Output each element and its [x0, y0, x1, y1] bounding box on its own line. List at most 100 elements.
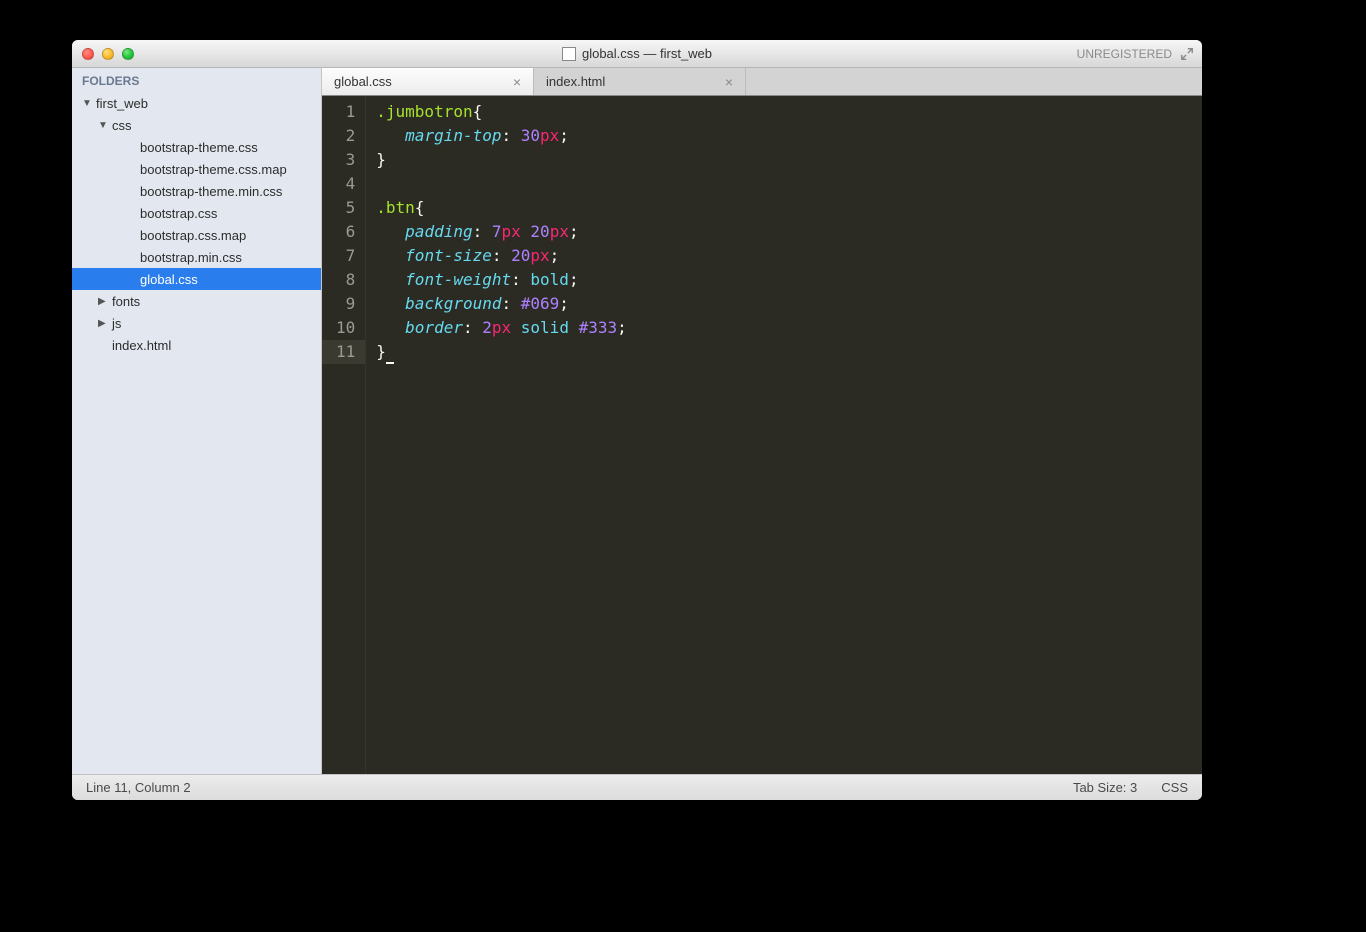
code-token: padding: [405, 222, 472, 241]
tree-item-label: global.css: [140, 272, 198, 287]
chevron-right-icon[interactable]: ▶: [98, 296, 108, 307]
tree-item-label: bootstrap-theme.css: [140, 140, 258, 155]
line-number[interactable]: 4: [336, 172, 355, 196]
code-line[interactable]: background: #069;: [376, 292, 1202, 316]
code-token: :: [463, 318, 482, 337]
file-item[interactable]: bootstrap.css.map: [72, 224, 321, 246]
chevron-right-icon[interactable]: ▶: [98, 318, 108, 329]
code-token: }: [376, 342, 386, 361]
line-number[interactable]: 5: [336, 196, 355, 220]
code-token: :: [511, 270, 530, 289]
tree-item-label: bootstrap-theme.css.map: [140, 162, 287, 177]
code-editor[interactable]: 1234567891011 .jumbotron{ margin-top: 30…: [322, 96, 1202, 774]
status-bar: Line 11, Column 2 Tab Size: 3 CSS: [72, 774, 1202, 800]
code-content[interactable]: .jumbotron{ margin-top: 30px;} .btn{ pad…: [366, 96, 1202, 774]
code-token: 2: [482, 318, 492, 337]
tab[interactable]: global.css ×: [322, 68, 534, 95]
folder-item[interactable]: ▼first_web: [72, 92, 321, 114]
code-token: .jumbotron: [376, 102, 472, 121]
titlebar[interactable]: global.css — first_web UNREGISTERED: [72, 40, 1202, 68]
line-number[interactable]: 6: [336, 220, 355, 244]
line-number[interactable]: 1: [336, 100, 355, 124]
syntax-mode[interactable]: CSS: [1161, 780, 1188, 795]
code-token: ;: [550, 246, 560, 265]
tree-item-label: css: [112, 118, 132, 133]
tab[interactable]: index.html ×: [534, 68, 746, 95]
code-token: [376, 126, 405, 145]
tree-item-label: bootstrap.css.map: [140, 228, 246, 243]
sidebar[interactable]: FOLDERS ▼first_web▼cssbootstrap-theme.cs…: [72, 68, 322, 774]
cursor-position[interactable]: Line 11, Column 2: [86, 780, 191, 795]
tree-item-label: bootstrap-theme.min.css: [140, 184, 282, 199]
line-number[interactable]: 3: [336, 148, 355, 172]
folder-item[interactable]: ▼ css: [72, 114, 321, 136]
code-token: :: [502, 294, 521, 313]
code-line[interactable]: }: [376, 148, 1202, 172]
cursor: [386, 362, 394, 364]
line-gutter: 1234567891011: [322, 96, 366, 774]
expand-icon[interactable]: [1180, 47, 1194, 61]
code-token: border: [405, 318, 463, 337]
file-item[interactable]: bootstrap-theme.min.css: [72, 180, 321, 202]
chevron-down-icon[interactable]: ▼: [98, 120, 108, 131]
code-line[interactable]: padding: 7px 20px;: [376, 220, 1202, 244]
code-line[interactable]: .jumbotron{: [376, 100, 1202, 124]
code-token: [376, 222, 405, 241]
code-token: [511, 318, 521, 337]
window-title-text: global.css — first_web: [582, 46, 712, 61]
code-token: [376, 318, 405, 337]
code-line[interactable]: margin-top: 30px;: [376, 124, 1202, 148]
line-number[interactable]: 11: [322, 340, 365, 364]
code-token: background: [405, 294, 501, 313]
code-token: ;: [559, 126, 569, 145]
code-token: ;: [569, 222, 579, 241]
line-number[interactable]: 8: [336, 268, 355, 292]
file-item[interactable]: global.css: [72, 268, 321, 290]
folder-item[interactable]: ▶fonts: [72, 290, 321, 312]
code-token: margin-top: [405, 126, 501, 145]
unregistered-label: UNREGISTERED: [1077, 47, 1172, 61]
sidebar-header: FOLDERS: [72, 68, 321, 92]
file-item[interactable]: bootstrap.min.css: [72, 246, 321, 268]
code-line[interactable]: font-weight: bold;: [376, 268, 1202, 292]
code-token: [376, 270, 405, 289]
line-number[interactable]: 10: [336, 316, 355, 340]
file-item[interactable]: bootstrap.css: [72, 202, 321, 224]
tab-size[interactable]: Tab Size: 3: [1073, 780, 1137, 795]
code-token: 30: [521, 126, 540, 145]
code-token: [376, 246, 405, 265]
minimize-icon[interactable]: [102, 48, 114, 60]
code-token: #333: [579, 318, 618, 337]
code-token: :: [473, 222, 492, 241]
code-token: #069: [521, 294, 560, 313]
code-line[interactable]: [376, 172, 1202, 196]
file-item[interactable]: index.html: [72, 334, 321, 356]
close-icon[interactable]: ×: [725, 74, 733, 90]
code-token: font-size: [405, 246, 492, 265]
tab-label: global.css: [334, 74, 392, 89]
code-token: {: [415, 198, 425, 217]
tab-bar: global.css × index.html ×: [322, 68, 1202, 96]
line-number[interactable]: 2: [336, 124, 355, 148]
line-number[interactable]: 7: [336, 244, 355, 268]
code-token: :: [502, 126, 521, 145]
code-token: px: [550, 222, 569, 241]
code-token: {: [473, 102, 483, 121]
file-item[interactable]: bootstrap-theme.css: [72, 136, 321, 158]
file-item[interactable]: bootstrap-theme.css.map: [72, 158, 321, 180]
tab-label: index.html: [546, 74, 605, 89]
close-icon[interactable]: [82, 48, 94, 60]
code-line[interactable]: font-size: 20px;: [376, 244, 1202, 268]
code-line[interactable]: .btn{: [376, 196, 1202, 220]
folder-item[interactable]: ▶js: [72, 312, 321, 334]
document-icon: [562, 47, 576, 61]
line-number[interactable]: 9: [336, 292, 355, 316]
zoom-icon[interactable]: [122, 48, 134, 60]
close-icon[interactable]: ×: [513, 74, 521, 90]
chevron-down-icon[interactable]: ▼: [82, 98, 92, 109]
code-line[interactable]: border: 2px solid #333;: [376, 316, 1202, 340]
code-token: [569, 318, 579, 337]
code-token: 20: [511, 246, 530, 265]
tree-item-label: bootstrap.css: [140, 206, 217, 221]
code-line[interactable]: }: [376, 340, 1202, 364]
